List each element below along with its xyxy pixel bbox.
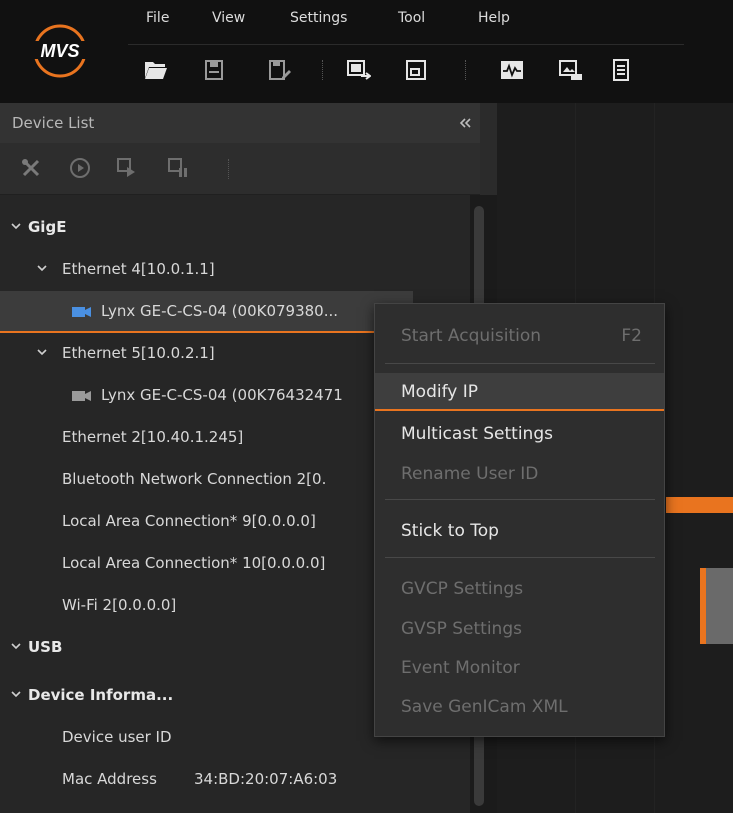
- chevron-down-icon[interactable]: [10, 640, 22, 652]
- svg-text:MVS: MVS: [40, 41, 79, 61]
- top-bar: MVS File View Settings Tool Help: [0, 0, 733, 103]
- image-settings-icon[interactable]: [558, 57, 584, 83]
- menu-item-stick-to-top[interactable]: Stick to Top: [375, 512, 664, 550]
- camera-icon: [72, 391, 91, 401]
- window-icon[interactable]: [403, 57, 429, 83]
- context-menu: Start Acquisition F2 Modify IP Multicast…: [374, 303, 665, 737]
- stop-all-icon[interactable]: [165, 155, 191, 181]
- shortcut-label: F2: [621, 326, 642, 346]
- menu-item-save-genicam-xml[interactable]: Save GenICam XML: [375, 688, 664, 726]
- save-as-icon[interactable]: [267, 57, 293, 83]
- waveform-icon[interactable]: [499, 57, 525, 83]
- play-icon[interactable]: [67, 155, 93, 181]
- toolbar-divider: [465, 60, 466, 80]
- menu-item-gvcp-settings[interactable]: GVCP Settings: [375, 570, 664, 608]
- menu-item-modify-ip[interactable]: Modify IP: [375, 373, 664, 411]
- menu-separator: [385, 499, 655, 500]
- chevron-down-icon[interactable]: [36, 262, 48, 274]
- tree-node-gige[interactable]: GigE: [0, 207, 470, 249]
- viewer-device-image: [700, 568, 733, 644]
- start-all-icon[interactable]: [114, 155, 140, 181]
- mvs-logo: MVS: [32, 24, 88, 78]
- menu-item-rename-user-id[interactable]: Rename User ID: [375, 455, 664, 493]
- toolbar-divider: [322, 60, 323, 80]
- menu-separator: [385, 363, 655, 364]
- tools-icon[interactable]: [18, 155, 44, 181]
- camera-icon: [72, 307, 91, 317]
- mac-address-value: 34:BD:20:07:A6:03: [194, 770, 338, 788]
- menu-item-start-acquisition[interactable]: Start Acquisition F2: [375, 317, 664, 355]
- menu-item-multicast-settings[interactable]: Multicast Settings: [375, 415, 664, 453]
- menu-settings[interactable]: Settings: [290, 10, 347, 26]
- chevron-down-icon[interactable]: [10, 220, 22, 232]
- menu-separator: [385, 557, 655, 558]
- menu-help[interactable]: Help: [478, 10, 510, 26]
- panel-title: Device List: [12, 114, 95, 132]
- menu-view[interactable]: View: [212, 10, 245, 26]
- menu-file[interactable]: File: [146, 10, 169, 26]
- chevron-down-icon[interactable]: [10, 688, 22, 700]
- menu-item-event-monitor[interactable]: Event Monitor: [375, 649, 664, 687]
- tree-node-camera-1[interactable]: Lynx GE-C-CS-04 (00K079380...: [0, 291, 413, 333]
- chevron-down-icon[interactable]: [36, 346, 48, 358]
- viewer-image-fragment: [666, 497, 733, 513]
- save-icon[interactable]: [201, 57, 227, 83]
- panel-toolbar: [0, 143, 480, 195]
- menu-tool[interactable]: Tool: [398, 10, 425, 26]
- tree-node-ethernet-4[interactable]: Ethernet 4[10.0.1.1]: [0, 249, 470, 291]
- log-icon[interactable]: [608, 57, 634, 83]
- menu-item-gvsp-settings[interactable]: GVSP Settings: [375, 610, 664, 648]
- switch-view-icon[interactable]: [346, 57, 372, 83]
- open-folder-icon[interactable]: [143, 57, 169, 83]
- info-mac-address: Mac Address 34:BD:20:07:A6:03: [62, 770, 338, 788]
- toolbar-divider: [228, 159, 229, 179]
- menu-divider: [128, 44, 684, 45]
- collapse-icon[interactable]: [457, 116, 473, 130]
- panel-header: Device List: [0, 103, 480, 143]
